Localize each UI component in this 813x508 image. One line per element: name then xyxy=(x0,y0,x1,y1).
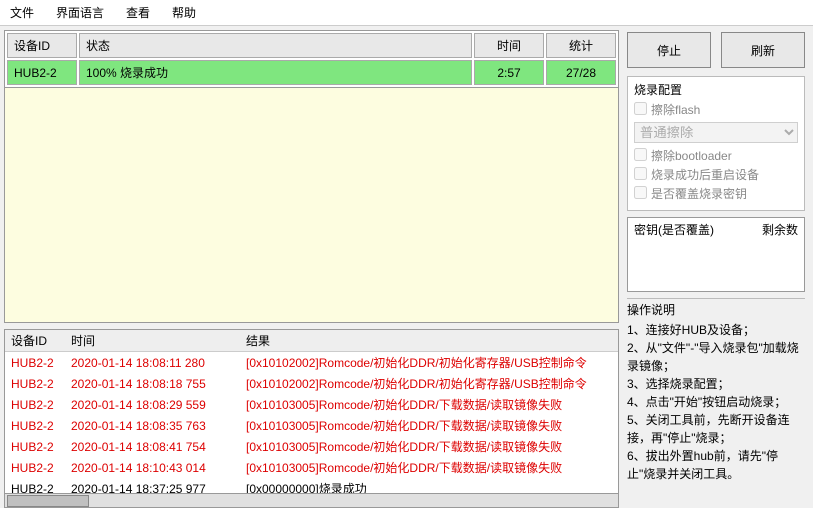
log-col-id: 设备ID xyxy=(5,330,65,352)
key-col-remaining: 剩余数 xyxy=(762,221,798,238)
log-row[interactable]: HUB2-22020-01-14 18:10:43 014[0x10103005… xyxy=(5,457,618,478)
log-scrollbar[interactable] xyxy=(4,494,619,508)
device-row[interactable]: HUB2-2100% 烧录成功2:5727/28 xyxy=(7,60,616,85)
log-row[interactable]: HUB2-22020-01-14 18:08:18 755[0x10102002… xyxy=(5,373,618,394)
cfg-reboot[interactable]: 烧录成功后重启设备 xyxy=(634,166,798,183)
ops-step: 5、关闭工具前，先断开设备连接，再"停止"烧录； xyxy=(627,411,805,447)
menu-bar: 文件 界面语言 查看 帮助 xyxy=(0,0,813,26)
device-status-table: 设备ID 状态 时间 统计 HUB2-2100% 烧录成功2:5727/28 xyxy=(4,30,619,88)
operation-guide: 操作说明 1、连接好HUB及设备；2、从"文件"-"导入烧录包"加载烧录镜像；3… xyxy=(627,298,805,483)
log-col-time: 时间 xyxy=(65,330,240,352)
col-time: 时间 xyxy=(474,33,544,58)
log-row[interactable]: HUB2-22020-01-14 18:08:35 763[0x10103005… xyxy=(5,415,618,436)
cfg-erase-mode[interactable]: 普通擦除 xyxy=(634,122,798,143)
col-status: 状态 xyxy=(79,33,472,58)
cfg-overwrite-key[interactable]: 是否覆盖烧录密钥 xyxy=(634,185,798,202)
log-col-result: 结果 xyxy=(240,330,618,352)
log-row[interactable]: HUB2-22020-01-14 18:08:29 559[0x10103005… xyxy=(5,394,618,415)
menu-help[interactable]: 帮助 xyxy=(168,2,200,23)
key-col-overwrite: 密钥(是否覆盖) xyxy=(634,221,762,238)
device-empty-area xyxy=(4,88,619,323)
ops-step: 3、选择烧录配置； xyxy=(627,375,805,393)
cfg-erase-flash[interactable]: 擦除flash xyxy=(634,101,798,118)
cfg-erase-bootloader[interactable]: 擦除bootloader xyxy=(634,147,798,164)
log-row[interactable]: HUB2-22020-01-14 18:08:11 280[0x10102002… xyxy=(5,352,618,374)
refresh-button[interactable]: 刷新 xyxy=(721,32,805,68)
stop-button[interactable]: 停止 xyxy=(627,32,711,68)
menu-file[interactable]: 文件 xyxy=(6,2,38,23)
ops-step: 6、拔出外置hub前，请先"停止"烧录并关闭工具。 xyxy=(627,447,805,483)
cfg-title: 烧录配置 xyxy=(634,81,798,98)
ops-title: 操作说明 xyxy=(627,301,805,319)
key-table: 密钥(是否覆盖) 剩余数 xyxy=(627,217,805,292)
ops-step: 1、连接好HUB及设备； xyxy=(627,321,805,339)
log-row[interactable]: HUB2-22020-01-14 18:37:25 977[0x00000000… xyxy=(5,478,618,494)
ops-step: 4、点击"开始"按钮启动烧录； xyxy=(627,393,805,411)
col-stat: 统计 xyxy=(546,33,616,58)
menu-view[interactable]: 查看 xyxy=(122,2,154,23)
ops-step: 2、从"文件"-"导入烧录包"加载烧录镜像； xyxy=(627,339,805,375)
log-panel[interactable]: 设备ID 时间 结果 HUB2-22020-01-14 18:08:11 280… xyxy=(4,329,619,494)
col-device-id: 设备ID xyxy=(7,33,77,58)
menu-lang[interactable]: 界面语言 xyxy=(52,2,108,23)
burn-config-panel: 烧录配置 擦除flash 普通擦除 擦除bootloader 烧录成功后重启设备… xyxy=(627,76,805,211)
log-row[interactable]: HUB2-22020-01-14 18:08:41 754[0x10103005… xyxy=(5,436,618,457)
